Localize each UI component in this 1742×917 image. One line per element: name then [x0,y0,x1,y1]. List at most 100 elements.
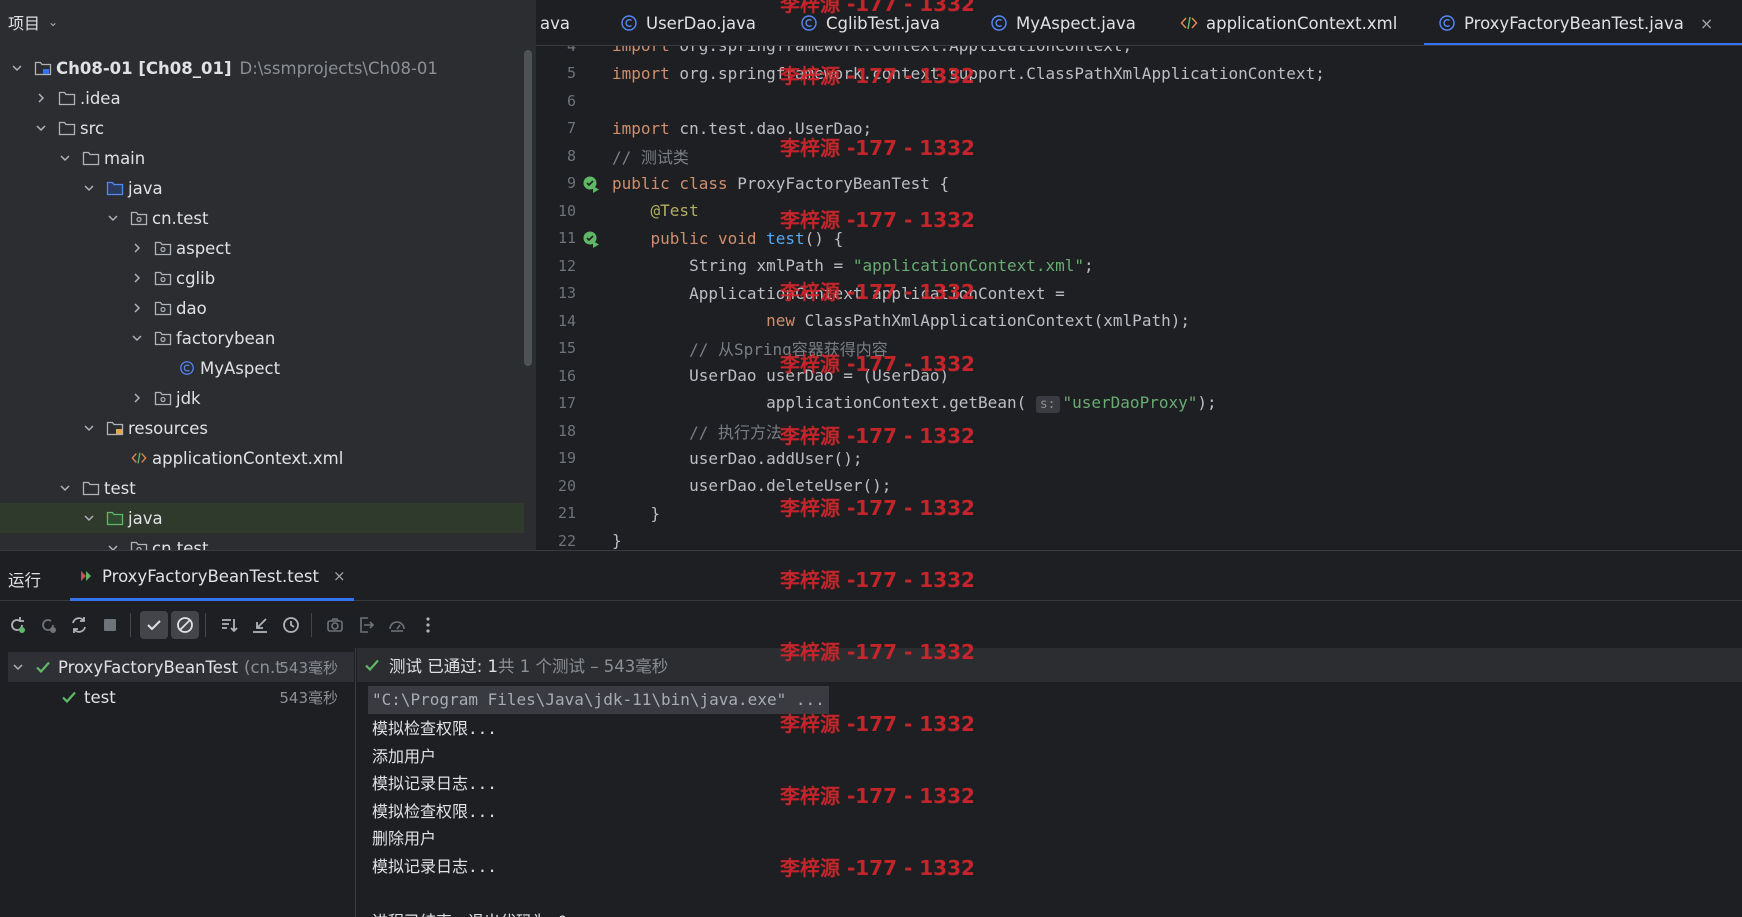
tree-item[interactable]: cn.test [0,533,524,550]
rerun-failed-icon[interactable] [34,611,62,639]
coverage-icon[interactable] [383,611,411,639]
editor-tab-label: MyAspect.java [1016,13,1136,33]
check-icon [60,688,78,706]
code-line[interactable]: 15 // 从Spring容器获得内容 [536,335,1742,363]
run-header: 运行 ProxyFactoryBeanTest.test × [0,551,1742,601]
chevron-down-icon[interactable] [58,151,72,165]
editor-tab-label: UserDao.java [646,13,757,33]
class-icon [178,360,196,376]
source-folder-icon [106,180,124,196]
chevron-down-icon[interactable] [106,211,120,225]
tree-item-label: MyAspect [200,358,281,378]
code-line[interactable]: 4 import org.springframework.context.Appl… [536,46,1742,60]
stop-icon[interactable] [96,611,124,639]
chevron-right-icon[interactable] [34,91,48,105]
tree-item[interactable]: main [0,143,524,173]
test-item[interactable]: test 543毫秒 [8,682,354,712]
import-icon[interactable] [352,611,380,639]
gutter[interactable] [576,225,612,253]
chevron-down-icon[interactable] [82,181,96,195]
code-line[interactable]: 22} [536,527,1742,550]
chevron-down-icon[interactable] [106,541,120,550]
close-icon[interactable]: × [1700,14,1713,33]
code-line[interactable]: 6 [536,87,1742,115]
code-line[interactable]: 8 // 测试类 [536,142,1742,170]
run-test-icon[interactable] [582,175,600,193]
editor-tab[interactable]: CglibTest.java [800,0,940,45]
more-icon[interactable] [414,611,442,639]
code-text: userDao.deleteUser(); [612,476,892,496]
code-line[interactable]: 18 // 执行方法 [536,417,1742,445]
editor-tab[interactable]: ava [540,0,570,45]
chevron-down-icon[interactable] [82,421,96,435]
tree-item[interactable]: java [0,173,524,203]
code-line[interactable]: 10 @Test [536,197,1742,225]
tree-item[interactable]: applicationContext.xml [0,443,524,473]
package-icon [154,300,172,316]
code-line[interactable]: 12 String xmlPath = "applicationContext.… [536,252,1742,280]
editor-tab[interactable]: MyAspect.java [990,0,1136,45]
code-line[interactable]: 5 import org.springframework.context.supp… [536,60,1742,88]
code-line[interactable]: 20 userDao.deleteUser(); [536,472,1742,500]
code-line[interactable]: 14 new ClassPathXmlApplicationContext(xm… [536,307,1742,335]
tree-item[interactable]: Ch08-01 [Ch08_01] D:\ssmprojects\Ch08-01 [0,53,524,83]
code-line[interactable]: 19 userDao.addUser(); [536,445,1742,473]
tree-item[interactable]: resources [0,413,524,443]
tree-item[interactable]: dao [0,293,524,323]
tree-item[interactable]: cn.test [0,203,524,233]
tree-item[interactable]: java [0,503,524,533]
chevron-down-icon[interactable] [82,511,96,525]
code-line[interactable]: 17 applicationContext.getBean( s: "userDa… [536,390,1742,418]
chevron-down-icon[interactable] [58,481,72,495]
chevron-right-icon[interactable] [130,241,144,255]
run-test-icon[interactable] [582,230,600,248]
tree-item[interactable]: aspect [0,233,524,263]
chevron-right-icon[interactable] [130,391,144,405]
chevron-down-icon[interactable]: ⌄ [48,15,58,29]
camera-icon[interactable] [321,611,349,639]
code-editor[interactable]: 4 import org.springframework.context.Appl… [536,46,1742,550]
editor-tab[interactable]: UserDao.java [620,0,757,45]
project-scrollbar[interactable] [524,50,532,366]
line-number: 5 [566,64,576,83]
code-line[interactable]: 21 } [536,500,1742,528]
test-item[interactable]: ProxyFactoryBeanTest (cn.t 543毫秒 [8,652,354,682]
console-output[interactable]: 测试 已通过: 1 共 1 个测试 – 543毫秒 "C:\Program Fi… [357,648,1742,917]
tree-item[interactable]: factorybean [0,323,524,353]
project-header[interactable]: 项目 ⌄ [0,0,536,44]
collapse-all-icon[interactable] [246,611,274,639]
rerun-icon[interactable] [3,611,31,639]
tree-item[interactable]: jdk [0,383,524,413]
chevron-down-icon[interactable] [12,661,28,673]
sort-icon[interactable] [215,611,243,639]
code-line[interactable]: 16 UserDao userDao = (UserDao) [536,362,1742,390]
show-ignored-icon[interactable] [171,611,199,639]
tree-item[interactable]: test [0,473,524,503]
tree-item[interactable]: cglib [0,263,524,293]
code-text: import cn.test.dao.UserDao; [612,118,873,138]
editor-tab[interactable]: applicationContext.xml [1180,0,1397,45]
test-item-package: (cn.t [244,657,282,677]
toggle-auto-test-icon[interactable] [65,611,93,639]
tree-item[interactable]: MyAspect [0,353,524,383]
code-line[interactable]: 13 ApplicationContext applicationContext… [536,280,1742,308]
code-line[interactable]: 7 import cn.test.dao.UserDao; [536,115,1742,143]
gutter[interactable] [576,170,612,198]
editor-tab[interactable]: ProxyFactoryBeanTest.java × [1423,0,1742,45]
close-icon[interactable]: × [333,567,346,585]
code-line[interactable]: 9 public class ProxyFactoryBeanTest { [536,170,1742,198]
gutter [576,115,612,143]
chevron-right-icon[interactable] [130,301,144,315]
tree-item[interactable]: .idea [0,83,524,113]
tree-item-label: Ch08-01 [Ch08_01] [56,58,232,78]
tree-item[interactable]: src [0,113,524,143]
code-line[interactable]: 11 public void test() { [536,225,1742,253]
chevron-down-icon[interactable] [130,331,144,345]
chevron-right-icon[interactable] [130,271,144,285]
show-passed-icon[interactable] [140,611,168,639]
chevron-down-icon[interactable] [10,61,24,75]
run-config-tab[interactable]: ProxyFactoryBeanTest.test × [70,551,354,601]
chevron-down-icon[interactable] [34,121,48,135]
history-icon[interactable] [277,611,305,639]
